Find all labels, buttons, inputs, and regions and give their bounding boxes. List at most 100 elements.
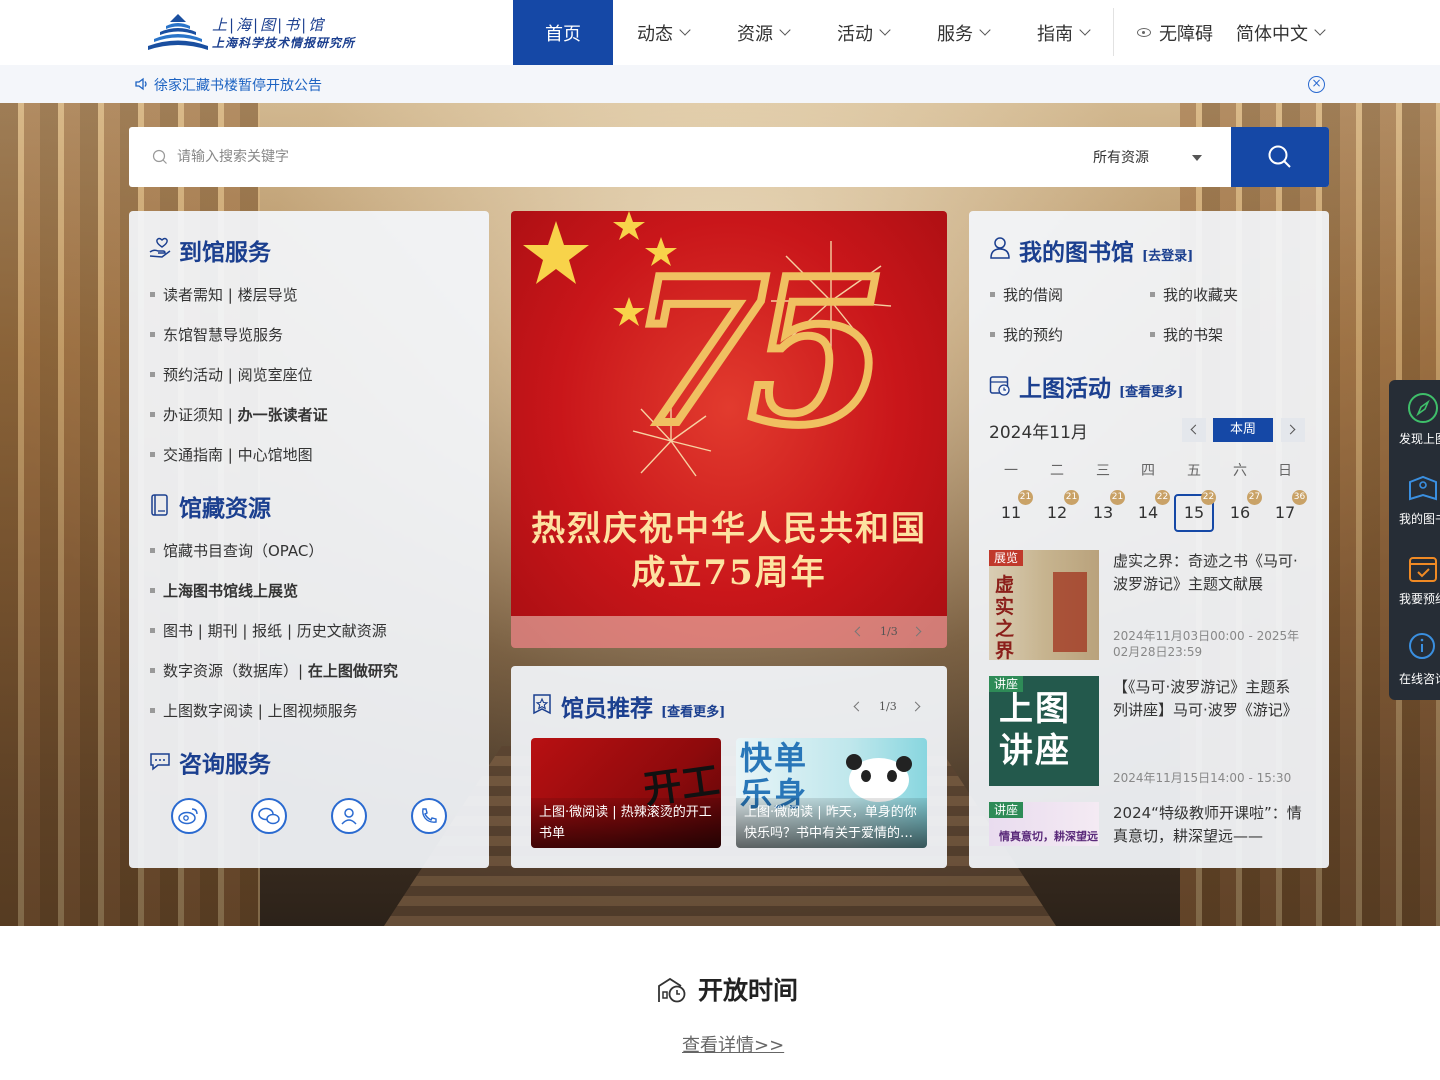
book-user-icon xyxy=(1409,475,1437,501)
event-thumbnail[interactable]: 情真意切，耕深望远 讲座 xyxy=(989,802,1099,846)
thumbnail-art-text: 情真意切，耕深望远 xyxy=(999,830,1098,843)
item-text: 读者需知 | 楼层导览 xyxy=(163,286,298,304)
calendar-prev-button[interactable] xyxy=(1182,418,1206,442)
item-text: 数字资源（数据库）| xyxy=(163,662,308,680)
calendar-month: 2024年11月 xyxy=(989,423,1088,443)
phone-icon[interactable] xyxy=(411,798,447,834)
customer-service-icon[interactable] xyxy=(331,798,367,834)
discover-library-button[interactable]: 发现上图 xyxy=(1389,380,1440,460)
visit-service-item[interactable]: 预约活动 | 阅览室座位 xyxy=(150,364,313,385)
collection-item[interactable]: 上海图书馆线上展览 xyxy=(149,580,299,601)
speaker-icon xyxy=(135,77,147,91)
weekday-label: 二 xyxy=(1050,463,1064,479)
compass-icon xyxy=(1408,393,1438,423)
visit-service-item[interactable]: 办证须知 | 办一张读者证 xyxy=(150,404,328,425)
float-label: 发现上图 xyxy=(1399,432,1440,446)
my-reservations-link[interactable]: 我的预约 xyxy=(989,324,1063,345)
weibo-icon[interactable] xyxy=(171,798,207,834)
building-clock-icon xyxy=(658,977,686,1003)
search-scope-select[interactable]: 所有资源 xyxy=(1093,147,1149,167)
item-text: 交通指南 | 中心馆地图 xyxy=(163,446,313,464)
collection-item[interactable]: 数字资源（数据库）| 在上图做研究 xyxy=(150,660,398,681)
collection-item[interactable]: 上图数字阅读 | 上图视频服务 xyxy=(150,700,358,721)
phone-glyph xyxy=(422,808,437,823)
chevron-down-icon xyxy=(779,24,791,36)
visit-service-item[interactable]: 读者需知 | 楼层导览 xyxy=(150,284,298,305)
event-time: 2024年11月15日14:00 - 15:30 xyxy=(1113,771,1292,785)
language-select[interactable]: 简体中文 xyxy=(1236,0,1326,65)
my-borrow-link[interactable]: 我的借阅 xyxy=(989,284,1063,305)
nav-divider xyxy=(1113,8,1114,56)
nav-news-label: 动态 xyxy=(637,23,673,45)
visit-service-item[interactable]: 东馆智慧导览服务 xyxy=(149,324,284,345)
logo-subtitle: 上海科学技术情报研究所 xyxy=(212,36,356,50)
item-text: 馆藏书目查询（OPAC） xyxy=(163,542,324,560)
panda-art xyxy=(846,754,912,802)
weekday-label: 三 xyxy=(1096,463,1110,479)
recommend-more-link[interactable]: [查看更多] xyxy=(661,705,725,720)
chevron-down-icon xyxy=(1314,24,1326,36)
chat-info-icon xyxy=(1409,633,1435,659)
this-week-button[interactable]: 本周 xyxy=(1213,418,1273,442)
nav-news[interactable]: 动态 xyxy=(613,0,713,65)
search-icon xyxy=(1268,145,1291,168)
weekday-label: 五 xyxy=(1187,463,1201,479)
search-input[interactable] xyxy=(177,145,1057,169)
nav-resources[interactable]: 资源 xyxy=(713,0,813,65)
login-link[interactable]: [去登录] xyxy=(1142,249,1193,264)
nav-guide[interactable]: 指南 xyxy=(1013,0,1113,65)
event-title[interactable]: 2024“特级教师开课啦”：情真意切，耕深望远—— xyxy=(1113,802,1303,848)
event-count-badge: 22 xyxy=(1201,490,1216,505)
hero-banner[interactable]: 75 热烈庆祝中华人民共和国 成立75周年 xyxy=(511,211,947,648)
activities-more-link[interactable]: [查看更多] xyxy=(1119,385,1183,400)
site-logo[interactable]: 上|海|图|书|馆 上海科学技术情报研究所 xyxy=(146,12,366,54)
event-thumbnail[interactable]: 虚实之界 展览 xyxy=(989,550,1099,660)
visit-service-item[interactable]: 交通指南 | 中心馆地图 xyxy=(150,444,313,465)
wechat-icon[interactable] xyxy=(251,798,287,834)
opening-hours-title: 开放时间 xyxy=(698,976,799,1005)
search-button[interactable] xyxy=(1231,127,1329,187)
notice-text[interactable]: 徐家汇藏书楼暂停开放公告 xyxy=(154,75,322,95)
accessibility-link[interactable]: 无障碍 xyxy=(1137,0,1213,65)
event-thumbnail[interactable]: 上图讲座 讲座 xyxy=(989,676,1099,786)
accessibility-label: 无障碍 xyxy=(1159,23,1213,45)
nav-services-label: 服务 xyxy=(937,23,973,45)
event-title[interactable]: 【《马可·波罗游记》主题系列讲座】马可·波罗《游记》 xyxy=(1113,676,1303,722)
weekday-label: 四 xyxy=(1141,463,1155,479)
reserve-float-button[interactable]: 我要预约 xyxy=(1389,540,1440,620)
event-title[interactable]: 虚实之界：奇迹之书《马可·波罗游记》主题文献展 xyxy=(1113,550,1303,596)
event-time: 2024年11月03日00:00 - 2025年02月28日23:59 xyxy=(1113,629,1300,659)
event-count-badge: 27 xyxy=(1247,490,1262,505)
close-icon[interactable]: × xyxy=(1308,76,1325,93)
my-favorites-link[interactable]: 我的收藏夹 xyxy=(1149,284,1238,305)
float-label: 在线咨询 xyxy=(1399,672,1440,686)
thumbnail-figure xyxy=(1053,572,1087,652)
item-bold-text: 上海图书馆线上展览 xyxy=(163,582,299,600)
nav-home[interactable]: 首页 xyxy=(513,0,613,65)
recommend-card[interactable]: 开工 上图·微阅读 | 热辣滚烫的开工书单 xyxy=(531,738,721,848)
collection-item[interactable]: 馆藏书目查询（OPAC） xyxy=(149,540,324,561)
event-count-badge: 21 xyxy=(1110,490,1125,505)
hand-heart-icon xyxy=(149,237,171,258)
item-text: 办证须知 | xyxy=(163,406,238,424)
collection-item[interactable]: 图书 | 期刊 | 报纸 | 历史文献资源 xyxy=(150,620,387,641)
site-header: 上|海|图|书|馆 上海科学技术情报研究所 首页 动态 资源 活动 服务 指南 … xyxy=(0,0,1440,65)
nav-services[interactable]: 服务 xyxy=(913,0,1013,65)
recommend-card[interactable]: 快单乐身 上图·微阅读 | 昨天，单身的你快乐吗？书中有关于爱情的答案 xyxy=(736,738,927,848)
event-tag: 讲座 xyxy=(989,802,1024,818)
calendar-clock-icon xyxy=(989,376,1010,396)
opening-details-link[interactable]: 查看详情>> xyxy=(682,1031,784,1057)
my-library-float-button[interactable]: 我的图书馆 xyxy=(1389,460,1440,540)
float-label: 我要预约 xyxy=(1399,592,1440,606)
language-label: 简体中文 xyxy=(1236,23,1308,45)
my-bookshelf-link[interactable]: 我的书架 xyxy=(1149,324,1223,345)
caret-down-icon xyxy=(1192,155,1202,161)
thumbnail-art-text: 上图讲座 xyxy=(999,689,1071,771)
banner-line1: 热烈庆祝中华人民共和国 xyxy=(531,509,927,549)
item-text: 东馆智慧导览服务 xyxy=(163,326,284,344)
calendar-next-button[interactable] xyxy=(1281,418,1305,442)
recommend-title-text: 馆员推荐 xyxy=(561,695,653,722)
online-consult-button[interactable]: 在线咨询 xyxy=(1389,620,1440,700)
nav-activities[interactable]: 活动 xyxy=(813,0,913,65)
visit-service-title: 到馆服务 xyxy=(179,239,271,266)
